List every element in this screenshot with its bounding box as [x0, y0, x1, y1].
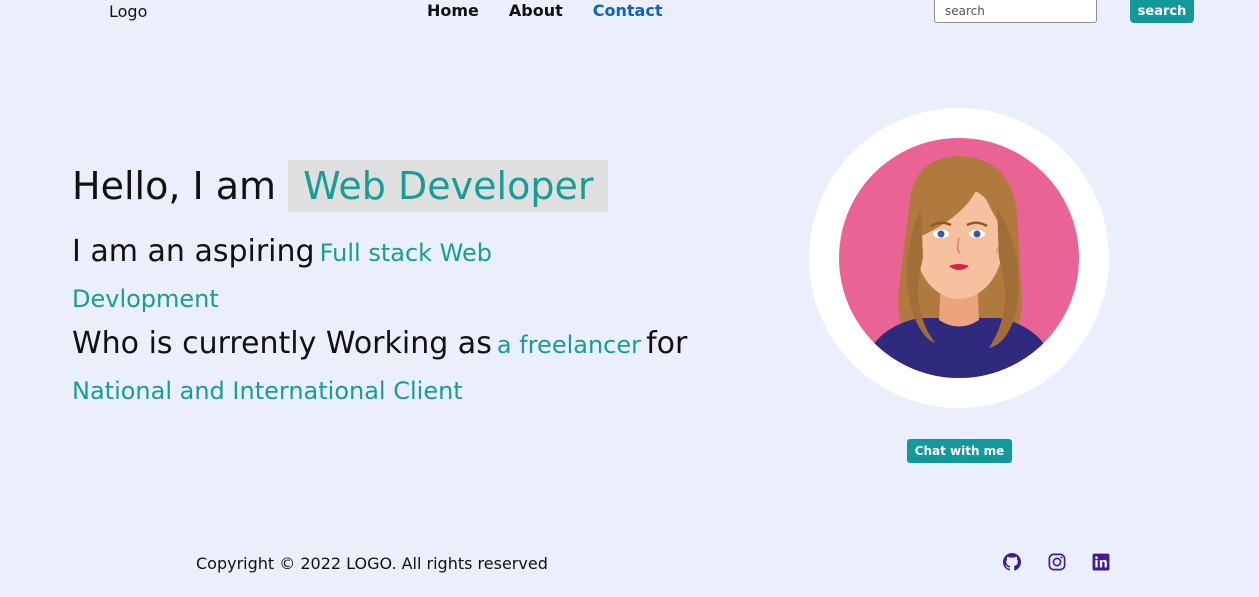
hero-line-4-highlight: National and International Client [72, 377, 463, 405]
search-input[interactable] [934, 0, 1097, 23]
nav-link-about[interactable]: About [509, 1, 563, 20]
nav-links: Home About Contact [427, 1, 662, 20]
hero-line-3: Who is currently Working as a freelancer… [72, 326, 687, 361]
avatar-frame [809, 108, 1109, 408]
hero-role: Web Developer [288, 160, 609, 212]
hero-line-1: I am an aspiring Full stack Web [72, 234, 492, 269]
search-button[interactable]: search [1130, 0, 1194, 23]
hero-line-3-highlight: a freelancer [496, 331, 641, 359]
avatar [839, 138, 1079, 378]
logo[interactable]: Logo [109, 2, 147, 21]
nav-link-contact[interactable]: Contact [593, 1, 663, 20]
hero-title: Hello, I am Web Developer [72, 160, 609, 212]
instagram-icon[interactable] [1048, 553, 1066, 571]
navbar: Logo Home About Contact search [0, 0, 1259, 26]
linkedin-icon[interactable] [1092, 553, 1110, 571]
chat-button[interactable]: Chat with me [907, 439, 1012, 463]
hero-line-1-highlight: Full stack Web [319, 239, 493, 267]
hero-line-4: National and International Client [72, 377, 463, 405]
hero-line-2-highlight: Devlopment [72, 285, 219, 313]
hero-line-3-suffix: for [646, 326, 688, 361]
nav-link-home[interactable]: Home [427, 1, 479, 20]
github-icon[interactable] [1003, 553, 1021, 571]
hero-line-1-prefix: I am an aspiring [72, 234, 315, 269]
hero-greeting: Hello, I am [72, 164, 277, 208]
hero-line-2: Devlopment [72, 285, 219, 313]
hero-line-3-prefix: Who is currently Working as [72, 326, 492, 361]
copyright-text: Copyright © 2022 LOGO. All rights reserv… [196, 554, 548, 573]
